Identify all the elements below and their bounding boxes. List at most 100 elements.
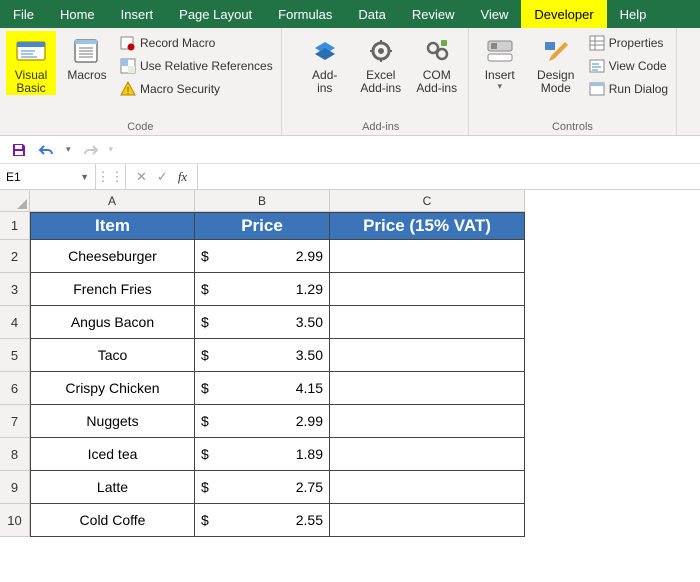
design-mode-icon — [540, 35, 572, 67]
vat-price-cell[interactable] — [330, 438, 525, 471]
vat-price-cell[interactable] — [330, 471, 525, 504]
cancel-formula-icon[interactable]: ✕ — [136, 169, 147, 185]
tab-insert[interactable]: Insert — [108, 0, 167, 28]
tab-page-layout[interactable]: Page Layout — [166, 0, 265, 28]
tab-formulas[interactable]: Formulas — [265, 0, 345, 28]
macros-button[interactable]: Macros — [62, 31, 112, 82]
tab-view[interactable]: View — [467, 0, 521, 28]
vat-price-cell[interactable] — [330, 372, 525, 405]
vat-price-cell[interactable] — [330, 306, 525, 339]
chevron-down-icon[interactable]: ▾ — [66, 144, 71, 155]
select-all-corner[interactable] — [0, 190, 30, 212]
enter-formula-icon[interactable]: ✓ — [157, 169, 168, 185]
vat-price-cell[interactable] — [330, 240, 525, 273]
item-cell[interactable]: Crispy Chicken — [30, 372, 195, 405]
row-header[interactable]: 6 — [0, 372, 30, 405]
ribbon-group-controls-label: Controls — [475, 121, 670, 135]
ribbon: Visual Basic Macros Record Macro Use Rel… — [0, 28, 700, 136]
formula-bar: E1 ▼ ⋮⋮ ✕ ✓ fx — [0, 164, 700, 190]
ribbon-group-addins-label: Add-ins — [300, 121, 462, 135]
fx-icon[interactable]: fx — [178, 169, 187, 185]
excel-addins-label-2: Add-ins — [360, 82, 401, 95]
column-header-a[interactable]: A — [30, 190, 195, 212]
properties-button[interactable]: Properties — [587, 33, 670, 53]
row-header[interactable]: 8 — [0, 438, 30, 471]
column-header-c[interactable]: C — [330, 190, 525, 212]
tab-review[interactable]: Review — [399, 0, 468, 28]
run-dialog-label: Run Dialog — [609, 82, 668, 96]
price-cell[interactable]: $3.50 — [195, 339, 330, 372]
vat-price-cell[interactable] — [330, 504, 525, 537]
price-cell[interactable]: $1.89 — [195, 438, 330, 471]
design-mode-button[interactable]: Design Mode — [531, 31, 581, 95]
use-relative-label: Use Relative References — [140, 59, 273, 73]
row-header[interactable]: 9 — [0, 471, 30, 504]
column-header-b[interactable]: B — [195, 190, 330, 212]
macro-security-button[interactable]: ! Macro Security — [118, 79, 275, 99]
price-cell[interactable]: $2.99 — [195, 240, 330, 273]
view-code-icon — [589, 58, 605, 74]
addins-button[interactable]: Add- ins — [300, 31, 350, 95]
table-header-cell[interactable]: Price — [195, 212, 330, 240]
tab-home[interactable]: Home — [47, 0, 108, 28]
com-addins-button[interactable]: COM Add-ins — [412, 31, 462, 95]
item-cell[interactable]: Taco — [30, 339, 195, 372]
use-relative-references-button[interactable]: Use Relative References — [118, 56, 275, 76]
row-header[interactable]: 2 — [0, 240, 30, 273]
redo-button[interactable] — [81, 141, 99, 159]
design-mode-label-2: Mode — [541, 82, 571, 95]
row-header[interactable]: 4 — [0, 306, 30, 339]
item-cell[interactable]: Iced tea — [30, 438, 195, 471]
row-header[interactable]: 3 — [0, 273, 30, 306]
price-cell[interactable]: $2.99 — [195, 405, 330, 438]
item-cell[interactable]: Angus Bacon — [30, 306, 195, 339]
price-cell[interactable]: $1.29 — [195, 273, 330, 306]
item-cell[interactable]: Cold Coffe — [30, 504, 195, 537]
tab-file[interactable]: File — [0, 0, 47, 28]
tab-data[interactable]: Data — [345, 0, 398, 28]
addins-icon — [309, 35, 341, 67]
price-cell[interactable]: $3.50 — [195, 306, 330, 339]
insert-control-icon — [484, 35, 516, 67]
redo-icon — [81, 142, 99, 158]
price-cell[interactable]: $2.55 — [195, 504, 330, 537]
excel-addins-button[interactable]: Excel Add-ins — [356, 31, 406, 95]
macro-security-label: Macro Security — [140, 82, 220, 96]
vat-price-cell[interactable] — [330, 339, 525, 372]
item-cell[interactable]: French Fries — [30, 273, 195, 306]
name-box-value: E1 — [6, 170, 21, 184]
view-code-button[interactable]: View Code — [587, 56, 670, 76]
macros-icon — [71, 35, 103, 67]
tab-developer[interactable]: Developer — [521, 0, 606, 28]
name-box[interactable]: E1 ▼ — [0, 164, 96, 189]
record-macro-icon — [120, 35, 136, 51]
com-addins-label-2: Add-ins — [416, 82, 457, 95]
table-header-cell[interactable]: Item — [30, 212, 195, 240]
insert-control-button[interactable]: Insert ▾ — [475, 31, 525, 92]
item-cell[interactable]: Nuggets — [30, 405, 195, 438]
row-header[interactable]: 7 — [0, 405, 30, 438]
table-header-cell[interactable]: Price (15% VAT) — [330, 212, 525, 240]
item-cell[interactable]: Cheeseburger — [30, 240, 195, 273]
formula-input[interactable] — [198, 164, 700, 189]
chevron-down-icon: ▼ — [80, 172, 89, 182]
record-macro-button[interactable]: Record Macro — [118, 33, 275, 53]
vat-price-cell[interactable] — [330, 273, 525, 306]
item-cell[interactable]: Latte — [30, 471, 195, 504]
ribbon-group-code: Visual Basic Macros Record Macro Use Rel… — [0, 28, 282, 135]
vat-price-cell[interactable] — [330, 405, 525, 438]
quick-access-toolbar: ▾ ▾ — [0, 136, 700, 164]
price-cell[interactable]: $2.75 — [195, 471, 330, 504]
row-header[interactable]: 10 — [0, 504, 30, 537]
save-button[interactable] — [10, 141, 28, 159]
undo-button[interactable] — [38, 141, 56, 159]
dots-icon[interactable]: ⋮⋮ — [97, 169, 125, 185]
row-header[interactable]: 5 — [0, 339, 30, 372]
tab-help[interactable]: Help — [607, 0, 660, 28]
visual-basic-button[interactable]: Visual Basic — [6, 31, 56, 95]
macro-security-icon: ! — [120, 81, 136, 97]
run-dialog-button[interactable]: Run Dialog — [587, 79, 670, 99]
row-header[interactable]: 1 — [0, 212, 30, 240]
visual-basic-label-2: Basic — [16, 82, 45, 95]
price-cell[interactable]: $4.15 — [195, 372, 330, 405]
